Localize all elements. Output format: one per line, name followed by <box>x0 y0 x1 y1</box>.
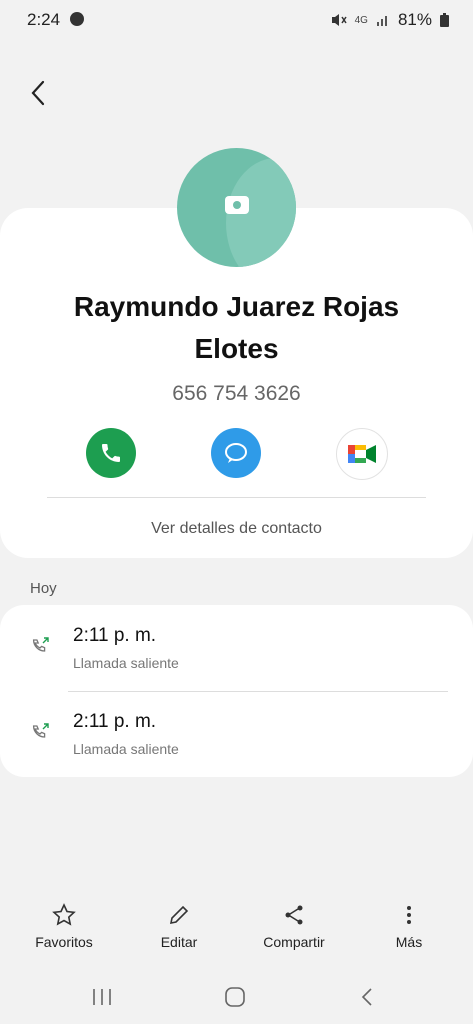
messenger-icon <box>70 12 84 26</box>
avatar[interactable] <box>177 148 296 267</box>
call-button[interactable] <box>86 428 136 478</box>
signal-icon <box>376 16 387 26</box>
battery-percent: 81% <box>397 10 432 29</box>
recent-apps-icon <box>93 989 111 1005</box>
contact-name-line2: Elotes <box>194 333 279 364</box>
contact-phone: 656 754 3626 <box>172 382 301 405</box>
chat-bubble-icon <box>225 443 247 463</box>
contact-name-line1: Raymundo Juarez Rojas <box>73 291 400 322</box>
bottom-action-bar: Favoritos Editar Compartir Más <box>0 900 473 960</box>
call-time: 2:11 p. m. <box>73 625 157 646</box>
camera-icon <box>225 196 249 214</box>
pencil-icon <box>169 905 189 925</box>
call-type: Llamada saliente <box>73 655 179 671</box>
system-back-button[interactable] <box>356 986 380 1013</box>
more-vertical-icon <box>407 906 411 924</box>
call-type: Llamada saliente <box>73 741 179 757</box>
more-label: Más <box>395 934 423 950</box>
card-divider <box>47 497 426 498</box>
video-call-button[interactable] <box>336 428 388 480</box>
recent-apps-button[interactable] <box>90 986 114 1013</box>
call-log-entry[interactable]: 2:11 p. m. Llamada saliente <box>0 691 473 777</box>
favorites-button[interactable]: Favoritos <box>19 900 109 950</box>
back-arrow-icon <box>361 988 372 1006</box>
system-nav-bar <box>0 980 473 1016</box>
edit-button[interactable]: Editar <box>134 900 224 950</box>
mute-icon <box>331 14 347 26</box>
call-time: 2:11 p. m. <box>73 711 157 732</box>
favorites-label: Favoritos <box>35 934 93 950</box>
more-button[interactable]: Más <box>364 900 454 950</box>
home-button[interactable] <box>223 986 247 1013</box>
contact-actions <box>0 428 473 480</box>
history-section-label: Hoy <box>30 580 57 597</box>
network-type: 4G <box>354 14 368 26</box>
share-icon <box>285 905 303 925</box>
status-icons: 4G 81% <box>331 10 449 30</box>
edit-label: Editar <box>160 934 198 950</box>
outgoing-call-icon <box>32 637 49 652</box>
call-log: 2:11 p. m. Llamada saliente 2:11 p. m. L… <box>0 605 473 777</box>
star-icon <box>52 903 76 926</box>
share-button[interactable]: Compartir <box>249 900 339 950</box>
status-time: 2:24 <box>27 10 61 29</box>
contact-name: Raymundo Juarez Rojas Elotes <box>0 286 473 370</box>
back-button[interactable] <box>24 78 54 108</box>
battery-icon <box>440 13 449 27</box>
message-button[interactable] <box>211 428 261 478</box>
outgoing-call-icon <box>32 723 49 738</box>
share-label: Compartir <box>263 934 325 950</box>
call-log-entry[interactable]: 2:11 p. m. Llamada saliente <box>0 605 473 691</box>
home-icon <box>225 987 245 1007</box>
phone-icon <box>102 444 120 462</box>
chevron-left-icon <box>31 80 45 106</box>
meet-icon <box>348 445 376 463</box>
view-contact-details-link[interactable]: Ver detalles de contacto <box>0 520 473 538</box>
status-bar: 2:24 4G 81% <box>0 0 473 40</box>
